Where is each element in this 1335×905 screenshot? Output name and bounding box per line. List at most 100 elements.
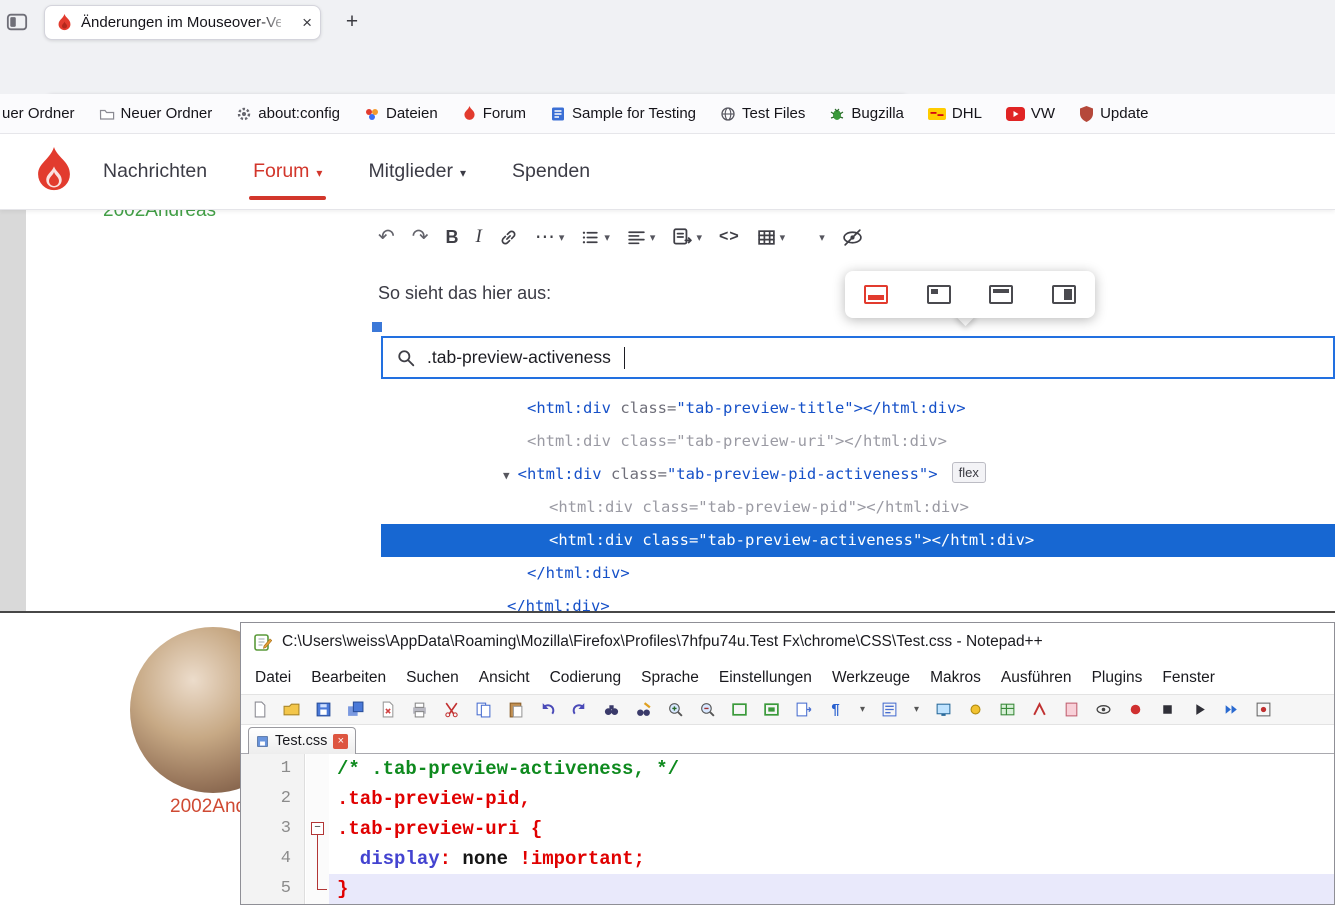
- copy-icon[interactable]: [474, 700, 493, 719]
- markup-row[interactable]: <html:div class="tab-preview-uri"></html…: [381, 425, 1335, 458]
- zoom-out-icon[interactable]: [698, 700, 717, 719]
- menu-codierung[interactable]: Codierung: [540, 669, 632, 687]
- record-macro-icon[interactable]: [1126, 700, 1145, 719]
- nav-item-nachrichten[interactable]: Nachrichten: [103, 134, 207, 209]
- doc-map-icon[interactable]: [1030, 700, 1049, 719]
- markup-row-selected[interactable]: <html:div class="tab-preview-activeness"…: [381, 524, 1335, 557]
- stop-macro-icon[interactable]: [1158, 700, 1177, 719]
- paste-icon[interactable]: [506, 700, 525, 719]
- menu-werkzeuge[interactable]: Werkzeuge: [822, 669, 920, 687]
- close-doc-icon[interactable]: [378, 700, 397, 719]
- doc-pink-icon[interactable]: [1062, 700, 1081, 719]
- bookmark-item[interactable]: Sample for Testing: [550, 105, 696, 122]
- bookmark-item[interactable]: Bugzilla: [829, 105, 904, 122]
- save-icon[interactable]: [314, 700, 333, 719]
- fold-collapse-icon[interactable]: −: [311, 822, 324, 835]
- menu-suchen[interactable]: Suchen: [396, 669, 469, 687]
- bookmark-item[interactable]: DHL: [928, 105, 982, 122]
- folder-workspace-icon[interactable]: [998, 700, 1017, 719]
- chevron-down-icon[interactable]: ▾: [912, 700, 921, 719]
- print-icon[interactable]: [410, 700, 429, 719]
- list-button[interactable]: ▾: [581, 228, 610, 247]
- menu-datei[interactable]: Datei: [245, 669, 301, 687]
- browser-tab-active[interactable]: Änderungen im Mouseover-Verhalten von Ta…: [44, 5, 321, 40]
- menu-einstellungen[interactable]: Einstellungen: [709, 669, 822, 687]
- menu-ausfuehren[interactable]: Ausführen: [991, 669, 1082, 687]
- bookmark-item[interactable]: Neuer Ordner: [99, 105, 213, 122]
- notepad-editor[interactable]: 1 2 3 4 5 − /* .tab-preview-activeness, …: [241, 754, 1334, 904]
- word-wrap-icon[interactable]: ¶: [826, 700, 845, 719]
- image-resize-handle[interactable]: [372, 322, 382, 332]
- bookmark-item[interactable]: about:config: [236, 105, 340, 122]
- nav-item-spenden[interactable]: Spenden: [512, 134, 590, 209]
- bookmark-item[interactable]: Dateien: [364, 105, 438, 122]
- paste-format-button[interactable]: ▾: [672, 227, 702, 247]
- menu-ansicht[interactable]: Ansicht: [469, 669, 540, 687]
- toggle-preview-button[interactable]: [842, 227, 863, 248]
- open-folder-icon[interactable]: [282, 700, 301, 719]
- bookmark-item[interactable]: VW: [1006, 105, 1055, 122]
- notepad-tab-testcss[interactable]: Test.css ×: [248, 727, 356, 754]
- redo-icon[interactable]: [570, 700, 589, 719]
- markup-row[interactable]: ▼<html:div class="tab-preview-pid-active…: [381, 458, 1335, 491]
- play-macro-icon[interactable]: [1190, 700, 1209, 719]
- site-logo-flame-icon[interactable]: [30, 147, 78, 197]
- image-position-option-3[interactable]: [989, 285, 1013, 304]
- find-replace-icon[interactable]: [634, 700, 653, 719]
- bookmark-item[interactable]: Test Files: [720, 105, 805, 122]
- find-icon[interactable]: [602, 700, 621, 719]
- clone-window-icon[interactable]: [762, 700, 781, 719]
- bookmark-item[interactable]: uer Ordner: [2, 105, 75, 122]
- function-list-icon[interactable]: [966, 700, 985, 719]
- firefox-view-icon[interactable]: [6, 11, 28, 33]
- bookmark-item[interactable]: Update: [1079, 105, 1148, 122]
- menu-makros[interactable]: Makros: [920, 669, 991, 687]
- image-position-option-2[interactable]: [927, 285, 951, 304]
- markup-row[interactable]: </html:div>: [381, 557, 1335, 590]
- align-button[interactable]: ▾: [627, 228, 656, 247]
- redo-button[interactable]: ↷: [412, 227, 429, 247]
- expander-icon[interactable]: ▼: [503, 469, 510, 482]
- bold-button[interactable]: B: [446, 227, 459, 248]
- menu-plugins[interactable]: Plugins: [1082, 669, 1153, 687]
- nav-item-mitglieder[interactable]: Mitglieder▾: [368, 134, 466, 209]
- nav-item-forum[interactable]: Forum▾: [253, 134, 322, 209]
- new-file-icon[interactable]: [250, 700, 269, 719]
- monitor-icon[interactable]: [934, 700, 953, 719]
- image-position-option-1[interactable]: [864, 285, 888, 304]
- run-macro-multi-icon[interactable]: [1222, 700, 1241, 719]
- italic-button[interactable]: I: [476, 226, 482, 248]
- restore-window-icon[interactable]: [730, 700, 749, 719]
- table-button[interactable]: ▾: [757, 228, 786, 247]
- bookmark-item[interactable]: Forum: [462, 105, 526, 122]
- code-button[interactable]: <>: [719, 228, 740, 246]
- chevron-down-icon[interactable]: ▾: [858, 700, 867, 719]
- doc-switch-icon[interactable]: [794, 700, 813, 719]
- show-symbols-icon[interactable]: [880, 700, 899, 719]
- markup-row[interactable]: </html:div>: [381, 590, 1335, 611]
- devtools-search-box[interactable]: .tab-preview-activeness: [381, 336, 1335, 379]
- cut-icon[interactable]: [442, 700, 461, 719]
- new-tab-button[interactable]: +: [338, 8, 366, 36]
- markup-row[interactable]: <html:div class="tab-preview-pid"></html…: [381, 491, 1335, 524]
- tab-close-icon[interactable]: ×: [302, 14, 312, 31]
- more-options-button[interactable]: ⋯▾: [535, 227, 565, 247]
- menu-fenster[interactable]: Fenster: [1152, 669, 1225, 687]
- save-macro-icon[interactable]: [1254, 700, 1273, 719]
- insert-dropdown-button[interactable]: ▾: [819, 231, 825, 244]
- line-number: 2: [241, 784, 291, 814]
- devtools-screenshot[interactable]: .tab-preview-activeness <html:div class=…: [381, 330, 1335, 611]
- menu-sprache[interactable]: Sprache: [631, 669, 709, 687]
- undo-icon[interactable]: [538, 700, 557, 719]
- tab-close-icon[interactable]: ×: [333, 734, 348, 749]
- link-button[interactable]: [499, 228, 518, 247]
- eye-icon[interactable]: [1094, 700, 1113, 719]
- notepad-titlebar[interactable]: C:\Users\weiss\AppData\Roaming\Mozilla\F…: [241, 623, 1334, 661]
- menu-bearbeiten[interactable]: Bearbeiten: [301, 669, 396, 687]
- image-position-option-4[interactable]: [1052, 285, 1076, 304]
- save-all-icon[interactable]: [346, 700, 365, 719]
- flex-badge[interactable]: flex: [952, 462, 986, 483]
- zoom-in-icon[interactable]: [666, 700, 685, 719]
- markup-row[interactable]: <html:div class="tab-preview-title"></ht…: [381, 392, 1335, 425]
- undo-button[interactable]: ↶: [378, 227, 395, 247]
